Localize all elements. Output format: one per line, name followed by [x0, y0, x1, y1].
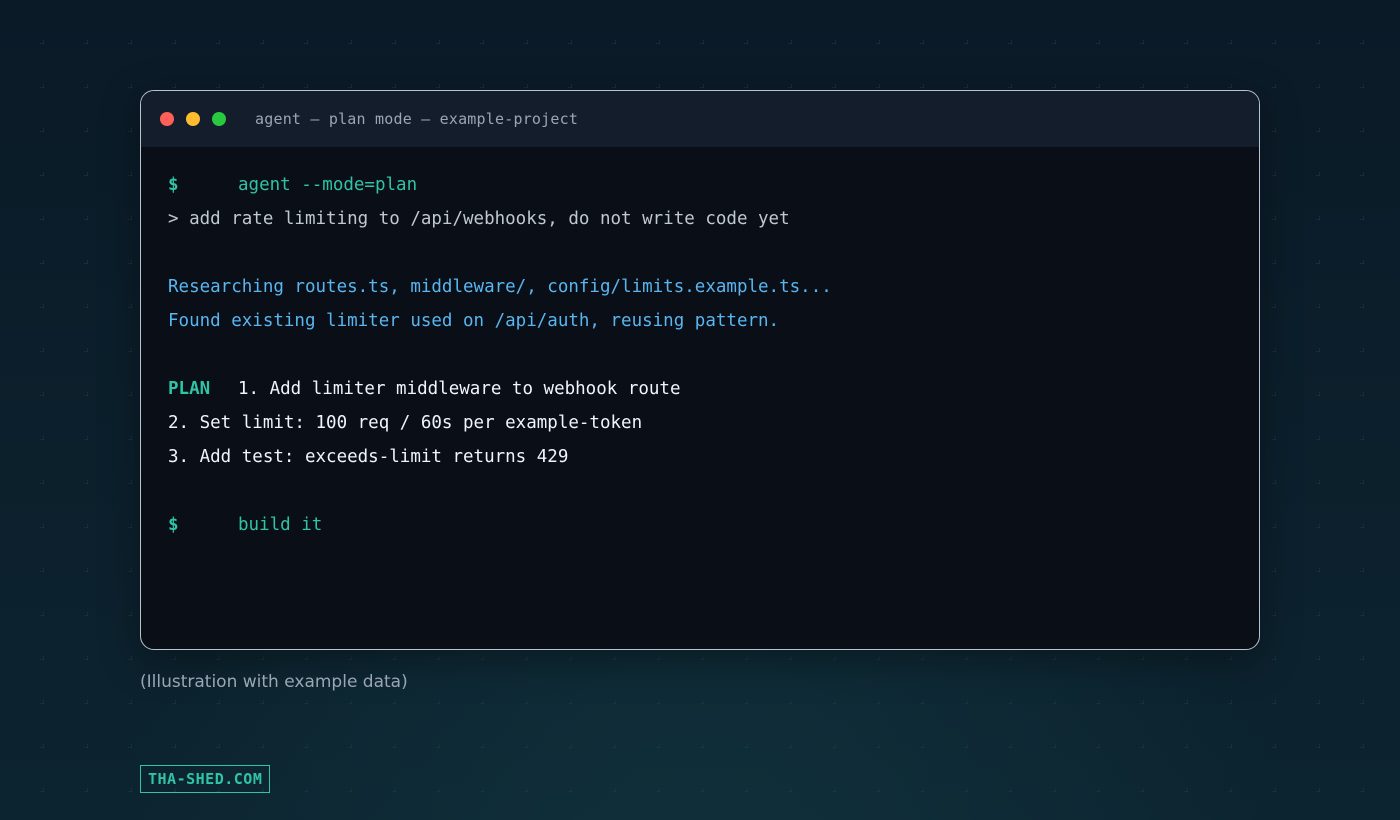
command-text: build it [238, 515, 323, 535]
user-request-line: > add rate limiting to /api/webhooks, do… [168, 209, 790, 229]
minimize-window-button[interactable] [186, 112, 200, 126]
command-line-2: $ build it [168, 508, 1232, 542]
maximize-window-button[interactable] [212, 112, 226, 126]
research-line-2: Found existing limiter used on /api/auth… [168, 311, 780, 331]
window-title: agent — plan mode — example-project [255, 110, 579, 128]
terminal-output[interactable]: $ agent --mode=plan > add rate limiting t… [141, 147, 1259, 563]
terminal-window: agent — plan mode — example-project $ age… [140, 90, 1260, 650]
brand-logo[interactable]: THA-SHED.COM [140, 765, 271, 793]
illustration-caption: (Illustration with example data) [140, 672, 408, 692]
plan-step-line: 3. Add test: exceeds-limit returns 429 [168, 447, 569, 467]
plan-label: PLAN [168, 379, 211, 399]
command-line-1: $ agent --mode=plan [168, 168, 1232, 202]
plan-step-text: 1. Add limiter middleware to webhook rou… [238, 379, 681, 399]
plan-step-line: PLAN 1. Add limiter middleware to webhook… [168, 372, 1232, 406]
prompt-symbol: $ [168, 515, 179, 535]
command-text: agent --mode=plan [238, 175, 418, 195]
prompt-symbol: $ [168, 175, 179, 195]
window-titlebar: agent — plan mode — example-project [141, 91, 1259, 147]
research-line-1: Researching routes.ts, middleware/, conf… [168, 277, 832, 297]
plan-step-line: 2. Set limit: 100 req / 60s per example-… [168, 413, 643, 433]
close-window-button[interactable] [160, 112, 174, 126]
